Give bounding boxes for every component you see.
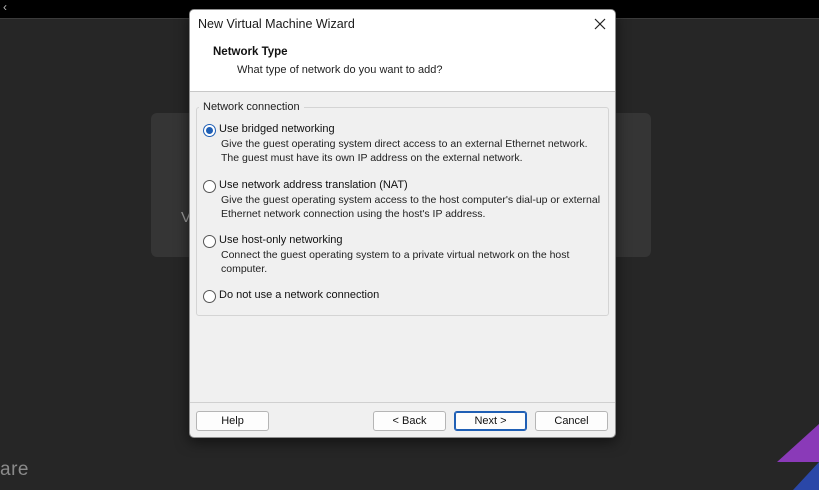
option-label[interactable]: Use host-only networking [219,234,343,246]
option-label[interactable]: Use network address translation (NAT) [219,179,408,191]
cancel-button[interactable]: Cancel [535,411,608,431]
radio-button[interactable] [203,290,216,303]
page-title: Network Type [213,46,288,58]
dialog-title: New Virtual Machine Wizard [198,17,355,31]
radio-button[interactable] [203,235,216,248]
option-label[interactable]: Use bridged networking [219,123,335,135]
new-vm-wizard-dialog: New Virtual Machine Wizard Network Type … [189,9,616,438]
next-button[interactable]: Next > [454,411,527,431]
footer-divider [190,402,615,403]
help-button[interactable]: Help [196,411,269,431]
wizard-header: Network Type What type of network do you… [190,37,615,92]
option-description: Give the guest operating system access t… [221,194,601,220]
option-description: Give the guest operating system direct a… [221,138,588,164]
group-label: Network connection [199,101,304,113]
back-button[interactable]: < Back [373,411,446,431]
dialog-title-bar: New Virtual Machine Wizard [190,10,615,37]
corner-decoration [777,424,819,490]
radio-button[interactable] [203,180,216,193]
radio-button-selected[interactable] [203,124,216,137]
close-icon[interactable] [589,13,611,35]
option-label[interactable]: Do not use a network connection [219,289,379,301]
chevron-left-icon[interactable]: ‹ [0,0,10,16]
brand-logo-text: are [0,459,29,480]
option-description: Connect the guest operating system to a … [221,249,570,275]
page-subtitle: What type of network do you want to add? [237,64,443,76]
